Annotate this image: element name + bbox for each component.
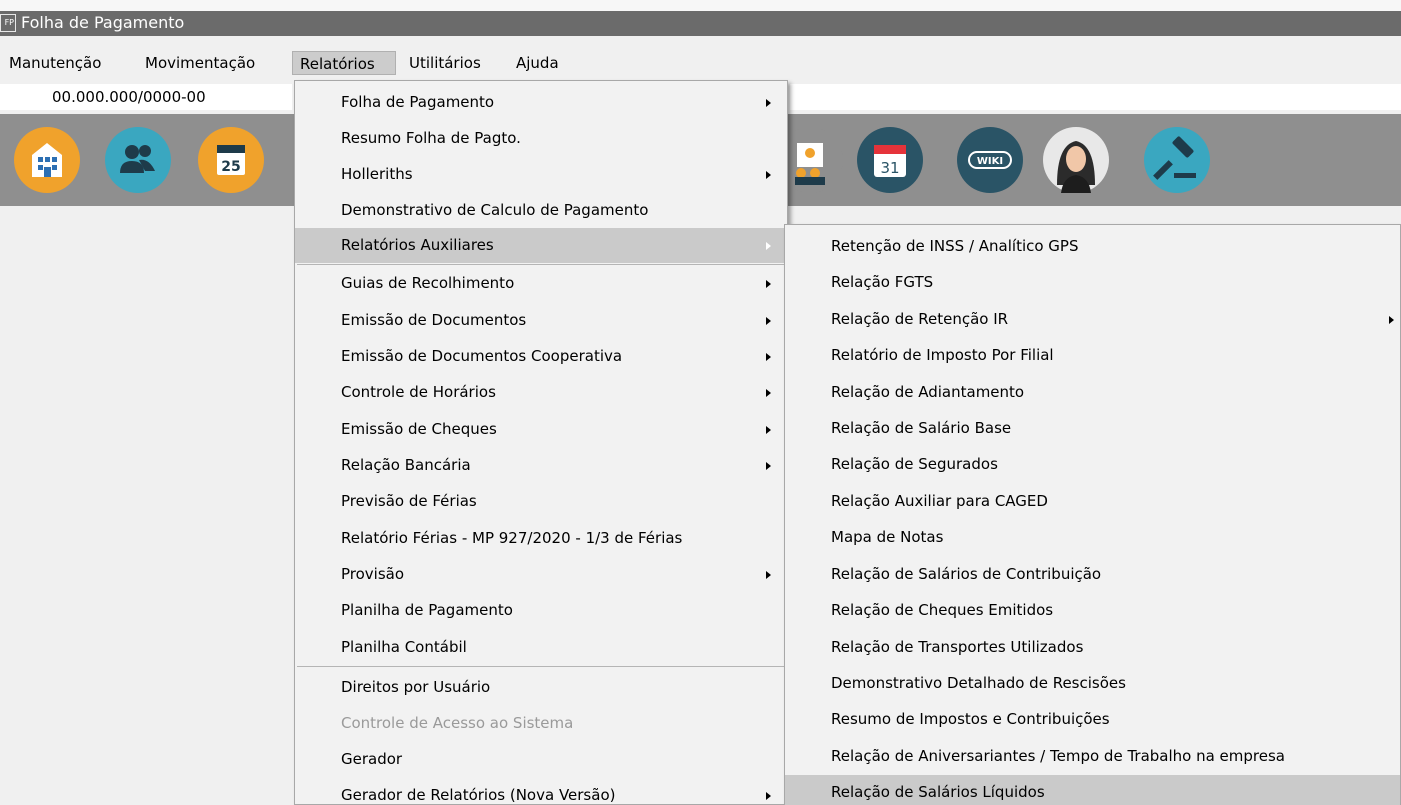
menu-item-retencao-inss[interactable]: Retenção de INSS / Analítico GPS bbox=[785, 229, 1400, 264]
submenu-arrow-icon bbox=[766, 280, 771, 288]
menu-item-controle-horarios[interactable]: Controle de Horários bbox=[295, 375, 787, 410]
menu-item-salarios-contribuicao[interactable]: Relação de Salários de Contribuição bbox=[785, 557, 1400, 592]
calendar-25-icon[interactable]: 25 bbox=[198, 127, 264, 193]
app-icon: FP bbox=[0, 14, 16, 32]
menu-item-impostos-contribuicoes[interactable]: Resumo de Impostos e Contribuições bbox=[785, 702, 1400, 737]
company-cnpj-field[interactable]: 00.000.000/0000-00 bbox=[0, 84, 292, 110]
menu-item-rescisoes[interactable]: Demonstrativo Detalhado de Rescisões bbox=[785, 666, 1400, 701]
menu-item-caged[interactable]: Relação Auxiliar para CAGED bbox=[785, 484, 1400, 519]
wiki-icon[interactable]: WIKI bbox=[957, 127, 1023, 193]
submenu-arrow-icon bbox=[766, 317, 771, 325]
menu-item-salarios-liquidos[interactable]: Relação de Salários Líquidos bbox=[785, 775, 1400, 805]
company-name-field[interactable] bbox=[790, 84, 1401, 110]
submenu-arrow-icon bbox=[766, 242, 771, 250]
menu-movimentacao[interactable]: Movimentação bbox=[145, 51, 255, 75]
menu-item-gerador-relatorios-nova[interactable]: Gerador de Relatórios (Nova Versão) bbox=[295, 778, 787, 805]
submenu-arrow-icon bbox=[1389, 316, 1394, 324]
menu-utilitarios[interactable]: Utilitários bbox=[409, 51, 481, 75]
calendar-31-text: 31 bbox=[880, 159, 899, 177]
menu-separator bbox=[297, 666, 785, 667]
gavel-icon[interactable] bbox=[1144, 127, 1210, 193]
submenu-arrow-icon bbox=[766, 462, 771, 470]
menu-item-planilha-pagamento[interactable]: Planilha de Pagamento bbox=[295, 593, 787, 628]
relatorios-menu: Folha de Pagamento Resumo Folha de Pagto… bbox=[294, 80, 788, 805]
submenu-arrow-icon bbox=[766, 571, 771, 579]
menu-item-resumo-folha[interactable]: Resumo Folha de Pagto. bbox=[295, 121, 787, 156]
building-icon[interactable] bbox=[14, 127, 80, 193]
menu-item-gerador[interactable]: Gerador bbox=[295, 742, 787, 777]
menu-item-demonstrativo-calculo[interactable]: Demonstrativo de Calculo de Pagamento bbox=[295, 193, 787, 228]
submenu-arrow-icon bbox=[766, 171, 771, 179]
menu-bar: Manutenção Movimentação Relatórios Utili… bbox=[0, 47, 1401, 77]
menu-item-mapa-notas[interactable]: Mapa de Notas bbox=[785, 520, 1400, 555]
menu-item-controle-acesso: Controle de Acesso ao Sistema bbox=[341, 714, 574, 732]
menu-item-segurados[interactable]: Relação de Segurados bbox=[785, 447, 1400, 482]
menu-item-emissao-documentos-cooperativa[interactable]: Emissão de Documentos Cooperativa bbox=[295, 339, 787, 374]
menu-manutencao[interactable]: Manutenção bbox=[9, 51, 101, 75]
menu-item-previsao-ferias[interactable]: Previsão de Férias bbox=[295, 484, 787, 519]
menu-item-adiantamento[interactable]: Relação de Adiantamento bbox=[785, 375, 1400, 410]
menu-item-relacao-bancaria[interactable]: Relação Bancária bbox=[295, 448, 787, 483]
wiki-text: WIKI bbox=[977, 156, 1003, 167]
submenu-arrow-icon bbox=[766, 792, 771, 800]
menu-item-relacao-fgts[interactable]: Relação FGTS bbox=[785, 265, 1400, 300]
menu-item-aniversariantes[interactable]: Relação de Aniversariantes / Tempo de Tr… bbox=[785, 739, 1400, 774]
menu-item-relatorio-ferias-mp[interactable]: Relatório Férias - MP 927/2020 - 1/3 de … bbox=[295, 521, 787, 556]
calendar-31-icon[interactable]: 31 bbox=[857, 127, 923, 193]
menu-item-direitos-usuario[interactable]: Direitos por Usuário bbox=[295, 670, 787, 705]
menu-item-emissao-documentos[interactable]: Emissão de Documentos bbox=[295, 303, 787, 338]
submenu-arrow-icon bbox=[766, 389, 771, 397]
users-icon[interactable] bbox=[105, 127, 171, 193]
submenu-arrow-icon bbox=[766, 353, 771, 361]
menu-relatorios[interactable]: Relatórios bbox=[292, 51, 396, 75]
menu-item-imposto-filial[interactable]: Relatório de Imposto Por Filial bbox=[785, 338, 1400, 373]
assistant-avatar-icon[interactable] bbox=[1043, 127, 1109, 193]
menu-ajuda[interactable]: Ajuda bbox=[516, 51, 559, 75]
submenu-arrow-icon bbox=[766, 426, 771, 434]
menu-item-folha-de-pagamento[interactable]: Folha de Pagamento bbox=[295, 85, 787, 120]
menu-item-transportes[interactable]: Relação de Transportes Utilizados bbox=[785, 630, 1400, 665]
menu-item-guias-recolhimento[interactable]: Guias de Recolhimento bbox=[295, 266, 787, 301]
menu-item-holleriths[interactable]: Holleriths bbox=[295, 157, 787, 192]
window-title: Folha de Pagamento bbox=[21, 13, 185, 32]
menu-item-relatorios-auxiliares[interactable]: Relatórios Auxiliares bbox=[295, 228, 787, 263]
menu-item-planilha-contabil[interactable]: Planilha Contábil bbox=[295, 630, 787, 665]
calendar-25-text: 25 bbox=[221, 159, 240, 175]
title-strip bbox=[0, 11, 1401, 36]
menu-item-salario-base[interactable]: Relação de Salário Base bbox=[785, 411, 1400, 446]
menu-item-retencao-ir[interactable]: Relação de Retenção IR bbox=[785, 302, 1400, 337]
menu-item-provisao[interactable]: Provisão bbox=[295, 557, 787, 592]
relatorios-auxiliares-submenu: Retenção de INSS / Analítico GPS Relação… bbox=[784, 224, 1401, 805]
submenu-arrow-icon bbox=[766, 99, 771, 107]
title-bar: FP Folha de Pagamento bbox=[0, 0, 1401, 36]
menu-item-cheques-emitidos[interactable]: Relação de Cheques Emitidos bbox=[785, 593, 1400, 628]
menu-item-emissao-cheques[interactable]: Emissão de Cheques bbox=[295, 412, 787, 447]
menu-separator bbox=[297, 264, 785, 265]
